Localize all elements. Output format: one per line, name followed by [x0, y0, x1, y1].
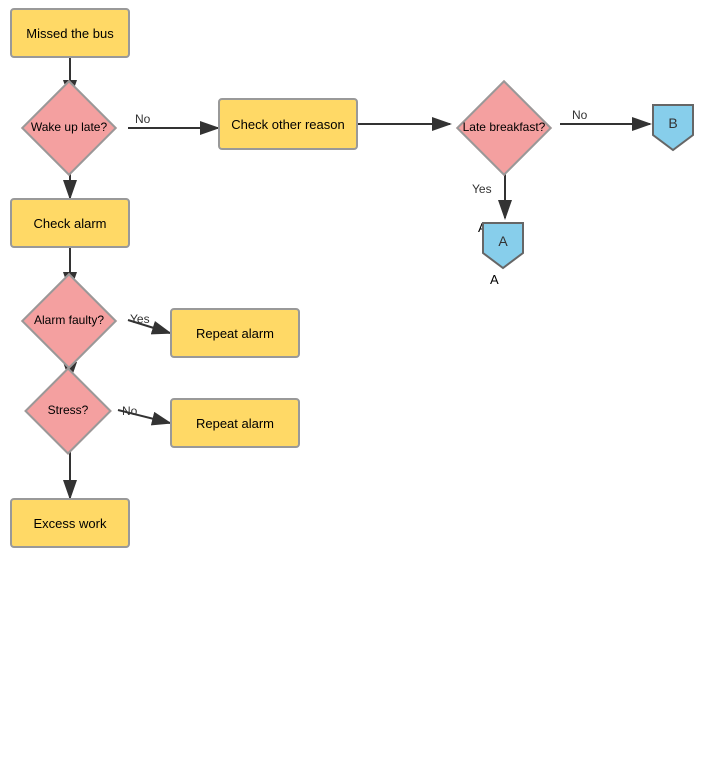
missed-the-bus-node: Missed the bus: [10, 8, 130, 58]
offpage-a-text: A: [490, 272, 499, 287]
offpage-a: A A: [478, 218, 487, 235]
late-breakfast-node: Late breakfast?: [445, 90, 563, 166]
svg-text:B: B: [668, 115, 677, 131]
check-alarm-label: Check alarm: [34, 216, 107, 231]
alarm-faulty-node: Alarm faulty?: [10, 283, 128, 359]
late-breakfast-label: Late breakfast?: [463, 120, 546, 136]
excess-work-node: Excess work: [10, 498, 130, 548]
repeat-alarm-1-node: Repeat alarm: [170, 308, 300, 358]
stress-label: Stress?: [48, 403, 89, 419]
no-stress-label: No: [122, 404, 137, 418]
yes-late-label: Yes: [472, 182, 492, 196]
repeat-alarm-2-label: Repeat alarm: [196, 416, 274, 431]
check-other-reason-label: Check other reason: [231, 117, 344, 132]
svg-text:A: A: [498, 233, 508, 249]
offpage-a-label: A: [478, 220, 487, 235]
check-other-reason-node: Check other reason: [218, 98, 358, 150]
wake-up-late-label: Wake up late?: [31, 120, 107, 136]
repeat-alarm-2-node: Repeat alarm: [170, 398, 300, 448]
yes-alarm-label: Yes: [130, 312, 150, 326]
alarm-faulty-label: Alarm faulty?: [34, 313, 104, 329]
check-alarm-node: Check alarm: [10, 198, 130, 248]
stress-node: Stress?: [18, 373, 118, 449]
no-late-label: No: [572, 108, 587, 122]
wake-up-late-node: Wake up late?: [10, 90, 128, 166]
missed-the-bus-label: Missed the bus: [26, 26, 113, 41]
excess-work-label: Excess work: [34, 516, 107, 531]
no-wake-label: No: [135, 112, 150, 126]
repeat-alarm-1-label: Repeat alarm: [196, 326, 274, 341]
